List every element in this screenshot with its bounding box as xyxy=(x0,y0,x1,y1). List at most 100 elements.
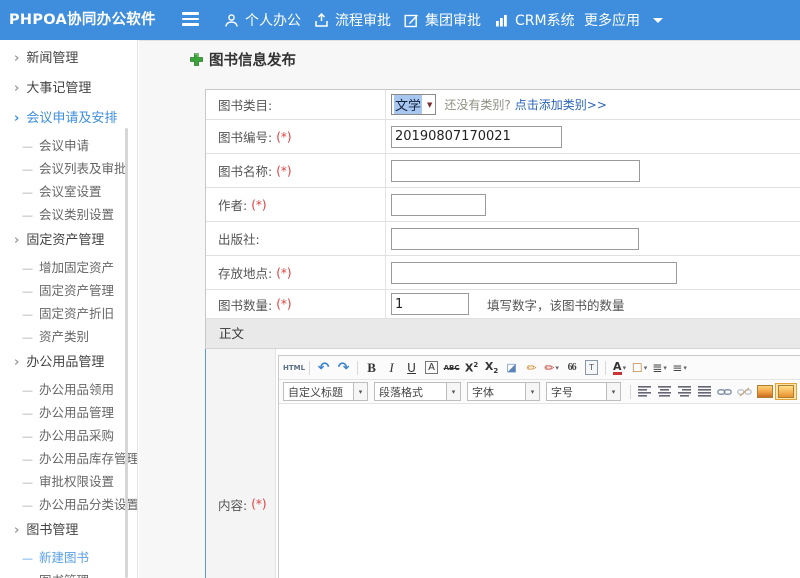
bold-icon[interactable]: B xyxy=(362,358,381,377)
align-left-icon[interactable] xyxy=(635,382,654,401)
justify-icon[interactable] xyxy=(695,382,714,401)
custom-title-select[interactable]: 自定义标题▾ xyxy=(283,382,368,401)
sidebar-item-18[interactable]: —审批权限设置 xyxy=(0,470,137,493)
sidebar-item-11[interactable]: —固定资产折旧 xyxy=(0,302,137,325)
paint-format-icon[interactable]: ✏▾ xyxy=(542,358,561,377)
font-size-select[interactable]: 字号▾ xyxy=(546,382,621,401)
dash-icon: — xyxy=(22,209,33,222)
emotion-icon[interactable] xyxy=(775,382,797,401)
nav-item-1[interactable]: 个人办公 xyxy=(224,0,301,40)
required-mark: (*) xyxy=(276,164,291,178)
sidebar-item-16[interactable]: —办公用品采购 xyxy=(0,424,137,447)
link-icon[interactable] xyxy=(715,382,734,401)
sidebar-item-4[interactable]: —会议申请 xyxy=(0,134,137,157)
sidebar-item-1[interactable]: ›新闻管理 xyxy=(0,44,137,74)
toolbar-separator xyxy=(357,361,358,375)
content-row: 内容: (*) HTML↶↷BIUAABCX2X2◪✏✏▾66TA▾☐▾≣▾≡▾… xyxy=(206,349,800,578)
sidebar-item-17[interactable]: —办公用品库存管理 xyxy=(0,447,137,470)
nav-item-2[interactable]: 流程审批 xyxy=(314,0,391,40)
label-book-no: 图书编号:(*) xyxy=(206,120,386,153)
sidebar-item-19[interactable]: —办公用品分类设置 xyxy=(0,493,137,516)
dash-icon: — xyxy=(22,384,33,397)
highlight-color-icon[interactable]: ☐▾ xyxy=(630,358,649,377)
superscript-icon[interactable]: X2 xyxy=(462,358,481,377)
nav-item-3[interactable]: 集团审批 xyxy=(404,0,481,40)
sidebar-item-13[interactable]: ›办公用品管理 xyxy=(0,348,137,378)
subscript-icon[interactable]: X2 xyxy=(482,358,501,377)
sidebar-item-14[interactable]: —办公用品领用 xyxy=(0,378,137,401)
label-category: 图书类目: xyxy=(206,90,386,119)
hamburger-menu-icon[interactable] xyxy=(182,12,199,27)
chevron-right-icon: › xyxy=(14,111,19,126)
dash-icon: — xyxy=(22,453,33,466)
sidebar-item-22[interactable]: —图书管理 xyxy=(0,569,137,578)
image-icon[interactable] xyxy=(755,382,774,401)
sidebar-item-5[interactable]: —会议列表及审批 xyxy=(0,157,137,180)
page-title: 图书信息发布 xyxy=(190,49,296,70)
sidebar-item-6[interactable]: —会议室设置 xyxy=(0,180,137,203)
font-family-select[interactable]: 字体▾ xyxy=(467,382,540,401)
editor-content-area[interactable] xyxy=(279,404,800,578)
sidebar-item-20[interactable]: ›图书管理 xyxy=(0,516,137,546)
italic-icon[interactable]: I xyxy=(382,358,401,377)
nav-item-5[interactable]: 更多应用 xyxy=(584,0,663,40)
book-no-input[interactable] xyxy=(391,126,562,148)
align-right-icon[interactable] xyxy=(675,382,694,401)
caret-down-icon: ▾ xyxy=(353,383,367,400)
form-row-book-name: 图书名称:(*) xyxy=(206,154,800,188)
sidebar-item-21[interactable]: —新建图书 xyxy=(0,546,137,569)
unlink-icon[interactable] xyxy=(735,382,754,401)
paragraph-format-select[interactable]: 段落格式▾ xyxy=(374,382,461,401)
toolbar-separator xyxy=(309,361,310,375)
label-publisher: 出版社: xyxy=(206,222,386,255)
section-header: 正文 xyxy=(206,319,800,349)
font-color-icon[interactable]: A▾ xyxy=(610,358,629,377)
value-author xyxy=(386,194,800,216)
value-location xyxy=(386,262,800,284)
book-name-input[interactable] xyxy=(391,160,640,182)
strikethrough-icon[interactable]: ABC xyxy=(442,358,461,377)
dash-icon: — xyxy=(22,552,33,565)
label-location: 存放地点:(*) xyxy=(206,256,386,289)
sidebar-item-3[interactable]: ›会议申请及安排 xyxy=(0,104,137,134)
paste-icon[interactable]: T xyxy=(582,358,601,377)
underline-icon[interactable]: U xyxy=(402,358,421,377)
blockquote-icon[interactable]: 66 xyxy=(562,358,581,377)
redo-icon[interactable]: ↷ xyxy=(334,358,353,377)
category-select[interactable]: 文学▼ xyxy=(391,94,436,115)
form-row-quantity: 图书数量:(*)填写数字，该图书的数量 xyxy=(206,290,800,319)
author-input[interactable] xyxy=(391,194,486,216)
editor-toolbar-row2: 自定义标题▾ 段落格式▾ 字体▾ 字号▾ xyxy=(279,380,800,404)
unordered-list-icon[interactable]: ≡▾ xyxy=(670,358,689,377)
sidebar-scrollbar[interactable] xyxy=(125,128,128,578)
eraser-icon[interactable]: ◪ xyxy=(502,358,521,377)
sidebar-item-7[interactable]: —会议类别设置 xyxy=(0,203,137,226)
location-input[interactable] xyxy=(391,262,677,284)
form-row-category: 图书类目:文学▼还没有类别?点击添加类别>> xyxy=(206,90,800,120)
add-category-link[interactable]: 点击添加类别>> xyxy=(515,96,607,113)
main-content: 图书信息发布 图书类目:文学▼还没有类别?点击添加类别>>图书编号:(*)图书名… xyxy=(139,40,800,578)
label-quantity: 图书数量:(*) xyxy=(206,290,386,318)
quantity-input[interactable] xyxy=(391,293,469,315)
sidebar-item-15[interactable]: —办公用品管理 xyxy=(0,401,137,424)
sidebar-item-10[interactable]: —固定资产管理 xyxy=(0,279,137,302)
ordered-list-icon[interactable]: ≣▾ xyxy=(650,358,669,377)
chevron-right-icon: › xyxy=(14,523,19,538)
dash-icon: — xyxy=(22,285,33,298)
chevron-right-icon: › xyxy=(14,233,19,248)
sidebar-item-9[interactable]: —增加固定资产 xyxy=(0,256,137,279)
sidebar-item-2[interactable]: ›大事记管理 xyxy=(0,74,137,104)
value-quantity: 填写数字，该图书的数量 xyxy=(386,293,800,315)
sidebar-item-12[interactable]: —资产类别 xyxy=(0,325,137,348)
html-source-icon[interactable]: HTML xyxy=(283,358,305,377)
content-cell: HTML↶↷BIUAABCX2X2◪✏✏▾66TA▾☐▾≣▾≡▾ 自定义标题▾段… xyxy=(276,350,800,578)
font-border-icon[interactable]: A xyxy=(422,358,441,377)
publisher-input[interactable] xyxy=(391,228,639,250)
undo-icon[interactable]: ↶ xyxy=(314,358,333,377)
caret-down-icon: ▾ xyxy=(525,383,539,400)
remove-format-icon[interactable]: ✏ xyxy=(522,358,541,377)
align-center-icon[interactable] xyxy=(655,382,674,401)
sidebar-item-8[interactable]: ›固定资产管理 xyxy=(0,226,137,256)
nav-item-4[interactable]: CRM系统 xyxy=(494,0,575,40)
dash-icon: — xyxy=(22,476,33,489)
